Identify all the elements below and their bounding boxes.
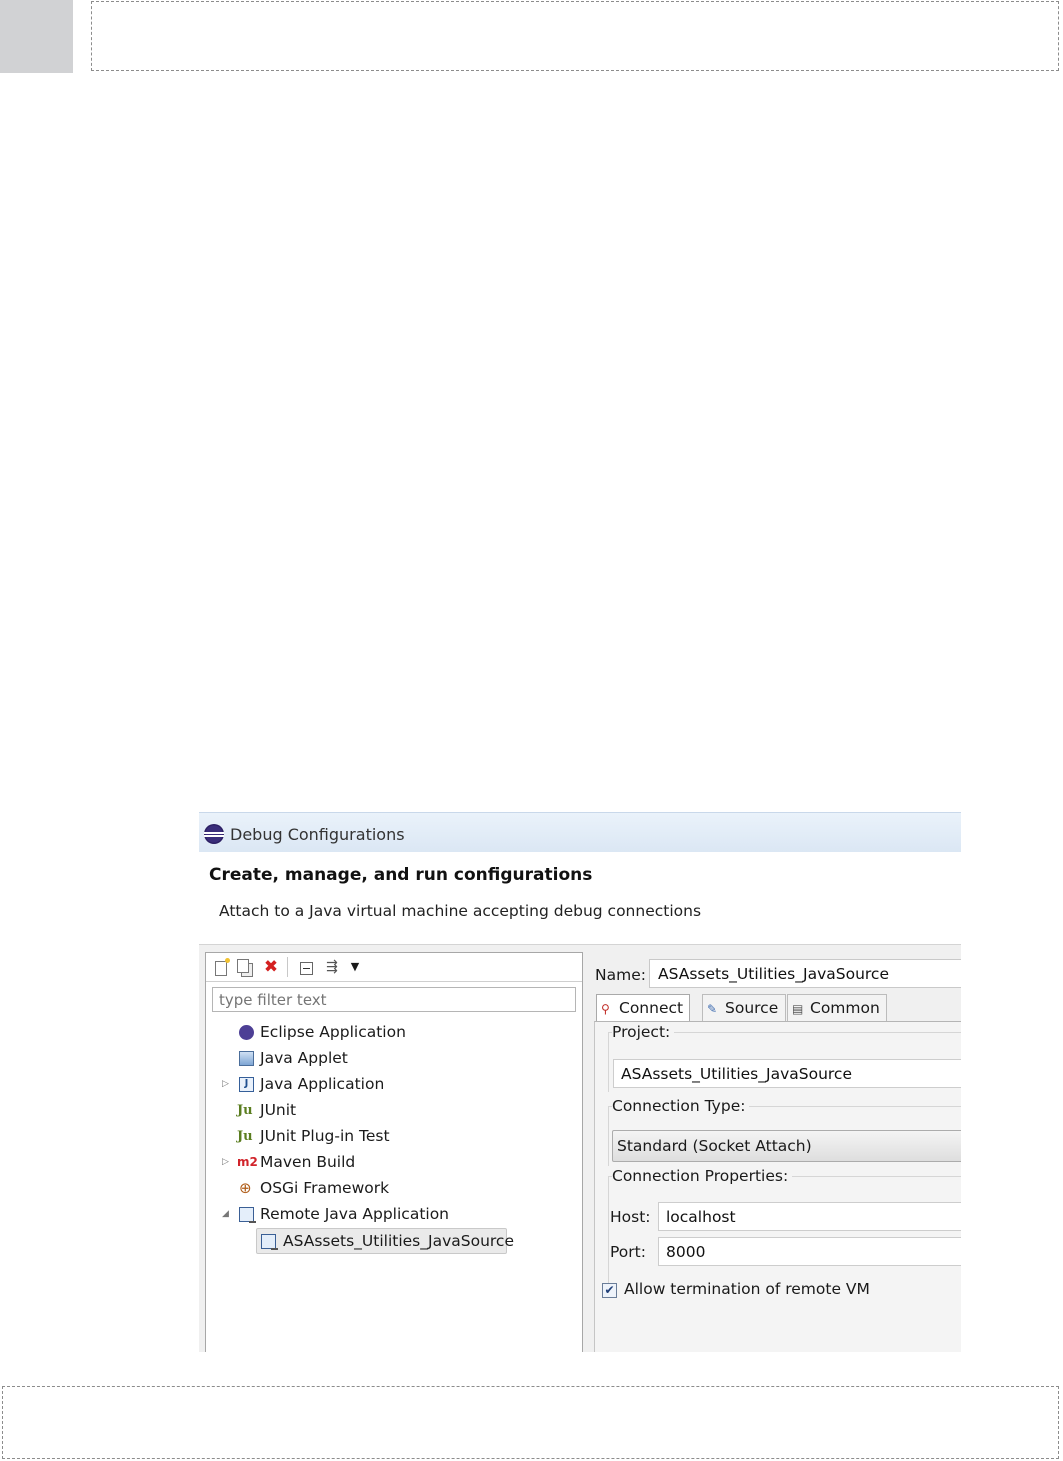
filter-input[interactable] <box>212 987 576 1012</box>
eclipse-logo-icon <box>204 824 224 844</box>
java-applet-icon <box>239 1051 254 1066</box>
collapse-arrow-icon[interactable]: ◢ <box>222 1202 229 1226</box>
window-title: Debug Configurations <box>230 825 405 844</box>
connection-properties-label: Connection Properties: <box>612 1167 793 1185</box>
port-label: Port: <box>610 1243 646 1261</box>
tab-source[interactable]: ✎ Source <box>702 994 786 1021</box>
tree-item-label: ASAssets_Utilities_JavaSource <box>283 1232 514 1250</box>
tab-connect[interactable]: ⚲ Connect <box>596 994 690 1022</box>
page-corner-block <box>0 0 73 73</box>
connect-tab-content: Project: Connection Type: Standard (Sock… <box>594 1021 961 1352</box>
allow-termination-label: Allow termination of remote VM <box>624 1280 870 1298</box>
junit-plugin-icon: Ju <box>237 1129 253 1144</box>
tree-item-label: Remote Java Application <box>260 1205 450 1223</box>
view-menu-dropdown-icon[interactable]: ▼ <box>346 958 364 976</box>
project-field[interactable] <box>613 1059 961 1088</box>
tree-item-label: Eclipse Application <box>260 1023 406 1041</box>
delete-icon[interactable]: ✖ <box>262 958 280 976</box>
port-field[interactable] <box>658 1237 961 1266</box>
allow-termination-checkbox[interactable]: ✔ <box>602 1283 617 1298</box>
project-label: Project: <box>612 1023 675 1041</box>
header-title: Create, manage, and run configurations <box>209 865 593 885</box>
configuration-list-panel: ✖ ⇶ ▼ Eclipse Application Java Applet ▷ … <box>205 952 583 1352</box>
collapse-all-icon[interactable] <box>300 962 313 975</box>
tab-common[interactable]: ▤ Common <box>787 994 887 1021</box>
remote-java-config-icon <box>261 1234 278 1250</box>
dialog-header: Create, manage, and run configurations A… <box>199 852 961 945</box>
configuration-toolbar: ✖ ⇶ ▼ <box>206 953 582 982</box>
source-icon: ✎ <box>707 1002 718 1016</box>
junit-icon: Ju <box>237 1103 253 1118</box>
connection-type-value: Standard (Socket Attach) <box>617 1137 812 1155</box>
tree-item-label: Java Applet <box>260 1049 348 1067</box>
name-field[interactable] <box>649 959 961 988</box>
tree-item-label: JUnit <box>260 1101 297 1119</box>
connection-type-label: Connection Type: <box>612 1097 750 1115</box>
tree-item-label: OSGi Framework <box>260 1179 390 1197</box>
expand-arrow-icon[interactable]: ▷ <box>222 1150 229 1174</box>
debug-configurations-dialog: Debug Configurations Create, manage, and… <box>199 812 961 1352</box>
java-application-icon: J <box>239 1077 254 1092</box>
tree-item-label: Java Application <box>260 1075 385 1093</box>
osgi-icon: ⊕ <box>239 1179 252 1197</box>
expand-arrow-icon[interactable]: ▷ <box>222 1072 229 1096</box>
toolbar-separator <box>287 957 288 977</box>
common-icon: ▤ <box>792 1002 804 1016</box>
filter-icon[interactable]: ⇶ <box>323 958 341 976</box>
configuration-editor-panel: Name: ⚲ Connect ✎ Source ▤ Common Project: … <box>594 952 961 1352</box>
header-message: Attach to a Java virtual machine accepti… <box>219 902 702 920</box>
bottom-dashed-box <box>2 1386 1059 1459</box>
host-label: Host: <box>610 1208 651 1226</box>
maven-icon: m2 <box>237 1155 258 1169</box>
top-dashed-box <box>91 1 1059 71</box>
configuration-tabs: ⚲ Connect ✎ Source ▤ Common <box>594 994 961 1022</box>
duplicate-back-icon <box>237 959 249 973</box>
panel-sash[interactable] <box>585 952 593 1352</box>
tree-item-label: Maven Build <box>260 1153 356 1171</box>
connection-properties-group: Connection Properties: <box>608 1167 961 1288</box>
tree-item-asassets-utilities-javasource[interactable]: ASAssets_Utilities_JavaSource <box>256 1228 514 1254</box>
tree-item-label: JUnit Plug-in Test <box>260 1127 390 1145</box>
connect-icon: ⚲ <box>601 1002 610 1016</box>
name-label: Name: <box>595 966 646 984</box>
new-launch-configuration-icon[interactable] <box>215 958 230 976</box>
eclipse-icon <box>239 1025 254 1040</box>
host-field[interactable] <box>658 1202 961 1231</box>
connection-type-select[interactable]: Standard (Socket Attach) <box>612 1130 961 1162</box>
tab-label: Connect <box>619 999 684 1017</box>
tab-label: Common <box>810 999 880 1017</box>
remote-java-icon <box>239 1207 256 1223</box>
tab-label: Source <box>725 999 779 1017</box>
title-bar: Debug Configurations <box>199 812 961 852</box>
